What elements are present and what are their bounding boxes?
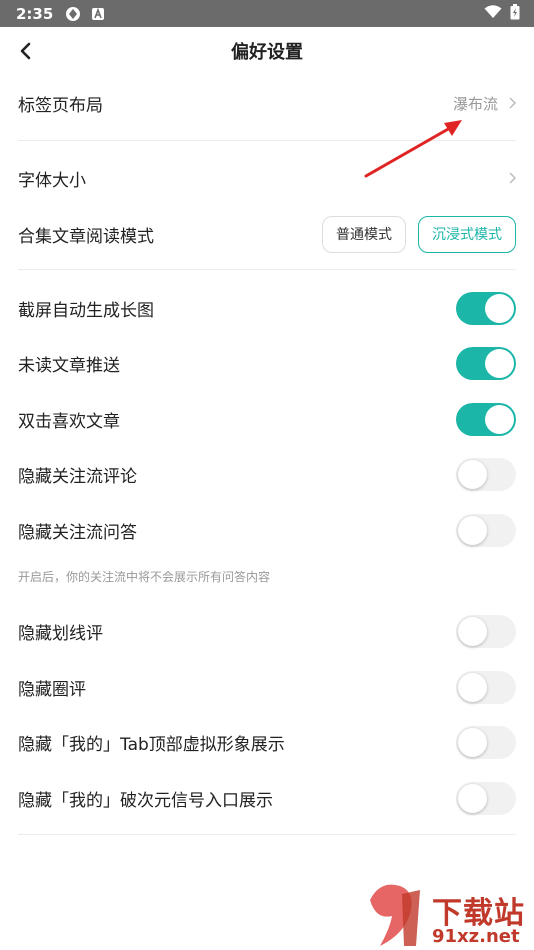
divider	[18, 834, 516, 835]
reading-mode-label: 合集文章阅读模式	[18, 226, 154, 247]
long-screenshot-toggle[interactable]	[456, 291, 516, 325]
toggle-label: 隐藏「我的」Tab顶部虚拟形象展示	[18, 734, 285, 755]
hide-feed-comments-toggle[interactable]	[456, 457, 516, 491]
nav-bar: 偏好设置	[0, 27, 534, 75]
back-button[interactable]	[12, 37, 40, 65]
watermark: 下载站 91xz.net	[360, 880, 534, 950]
hide-underline-comments-toggle[interactable]	[456, 614, 516, 648]
toggle-label: 隐藏「我的」破次元信号入口展示	[18, 790, 273, 811]
toggle-row-long-screenshot: 截屏自动生成长图	[18, 286, 516, 330]
immersive-mode-button[interactable]: 沉浸式模式	[418, 215, 516, 253]
toggle-row-hide-avatar: 隐藏「我的」Tab顶部虚拟形象展示	[18, 720, 516, 764]
normal-mode-button[interactable]: 普通模式	[322, 215, 406, 253]
toggle-knob	[485, 348, 514, 378]
toggle-label: 截屏自动生成长图	[18, 300, 154, 321]
toggle-knob	[458, 515, 487, 545]
toggle-row-hide-feed-qa: 隐藏关注流问答	[18, 508, 516, 552]
toggle-row-hide-feed-comments: 隐藏关注流评论	[18, 452, 516, 496]
toggle-row-hide-circle-comments: 隐藏圈评	[18, 665, 516, 709]
annotation-arrow-icon	[364, 120, 462, 178]
watermark-logo-icon	[370, 884, 420, 946]
wifi-icon	[484, 4, 502, 23]
toggle-knob	[458, 616, 487, 646]
page-title: 偏好设置	[231, 42, 303, 63]
toggle-label: 隐藏关注流问答	[18, 522, 137, 543]
toggle-knob	[458, 672, 487, 702]
chevron-right-icon	[508, 97, 516, 109]
chevron-right-icon	[508, 172, 516, 184]
double-tap-like-toggle[interactable]	[456, 402, 516, 436]
text-notification-icon	[91, 7, 105, 21]
tab-layout-label: 标签页布局	[18, 95, 103, 116]
toggle-label: 隐藏圈评	[18, 679, 86, 700]
status-bar: 2:35	[0, 0, 534, 27]
hide-qa-hint: 开启后，你的关注流中将不会展示所有问答内容	[18, 570, 271, 584]
toggle-label: 未读文章推送	[18, 355, 120, 376]
toggle-knob	[485, 404, 514, 434]
toggle-knob	[458, 459, 487, 489]
status-time: 2:35	[16, 4, 54, 23]
toggle-knob	[485, 293, 514, 323]
hide-circle-comments-toggle[interactable]	[456, 670, 516, 704]
divider	[18, 269, 516, 270]
toggle-label: 隐藏划线评	[18, 623, 103, 644]
battery-icon	[510, 3, 520, 24]
hide-feed-qa-toggle[interactable]	[456, 513, 516, 547]
tab-layout-value: 瀑布流	[452, 94, 498, 113]
hide-signal-entry-toggle[interactable]	[456, 781, 516, 815]
toggle-row-hide-signal-entry: 隐藏「我的」破次元信号入口展示	[18, 776, 516, 820]
app-notification-icon	[65, 6, 81, 22]
toggle-label: 双击喜欢文章	[18, 411, 120, 432]
toggle-row-hide-underline-comments: 隐藏划线评	[18, 609, 516, 653]
toggle-row-double-tap-like: 双击喜欢文章	[18, 397, 516, 441]
toggle-label: 隐藏关注流评论	[18, 466, 137, 487]
reading-mode-row: 合集文章阅读模式 普通模式 沉浸式模式	[18, 212, 516, 256]
toggle-knob	[458, 727, 487, 757]
chevron-left-icon	[20, 42, 31, 60]
unread-push-toggle[interactable]	[456, 346, 516, 380]
watermark-url: 91xz.net	[432, 926, 520, 947]
toggle-row-unread-push: 未读文章推送	[18, 341, 516, 385]
hide-avatar-toggle[interactable]	[456, 725, 516, 759]
toggle-knob	[458, 783, 487, 813]
